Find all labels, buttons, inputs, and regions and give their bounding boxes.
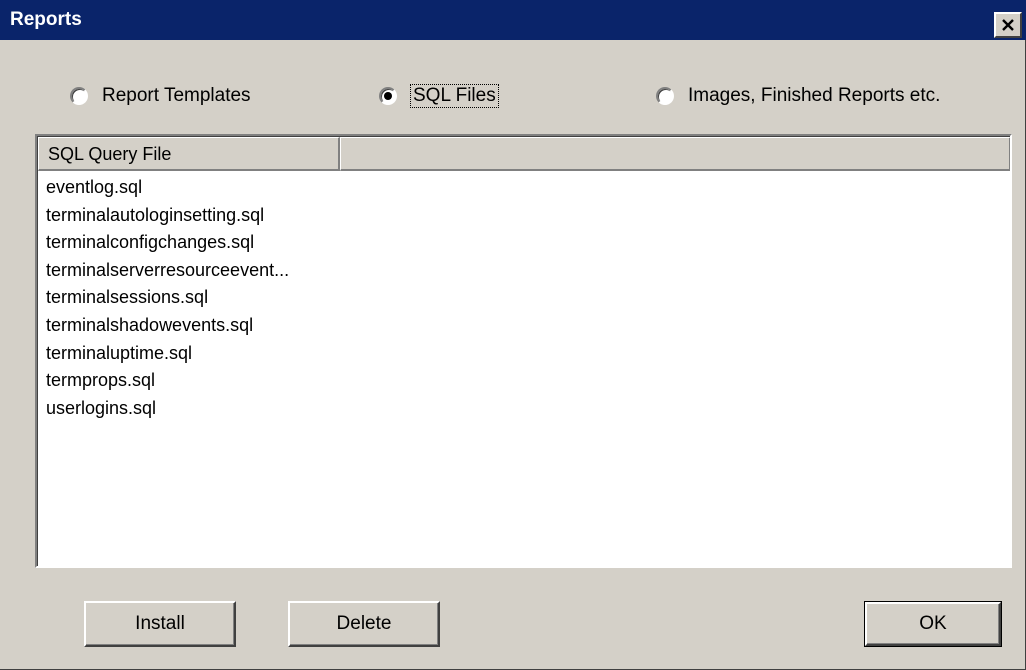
close-button[interactable] [994,12,1022,38]
list-item[interactable]: terminalconfigchanges.sql [46,229,289,257]
list-item[interactable]: terminalserverresourceevent... [46,257,289,285]
list-item[interactable]: termprops.sql [46,367,289,395]
radio-images-finished-reports[interactable]: Images, Finished Reports etc. [656,82,940,110]
list-item[interactable]: terminalshadowevents.sql [46,312,289,340]
ok-button-label: OK [919,613,947,634]
ok-button-face: OK [865,602,1001,646]
column-header-sql-query-file[interactable]: SQL Query File [38,137,340,171]
radio-dot [384,92,392,100]
radio-label-report-templates: Report Templates [102,85,251,106]
close-icon [1002,19,1014,31]
sql-files-list[interactable]: SQL Query File eventlog.sql terminalauto… [35,134,1012,568]
delete-button[interactable]: Delete [288,601,440,647]
list-item[interactable]: terminalautologinsetting.sql [46,202,289,230]
column-header-empty[interactable] [340,137,1010,171]
title-bar[interactable]: Reports [0,0,1026,40]
list-item[interactable]: userlogins.sql [46,395,289,423]
list-header: SQL Query File [38,137,1010,171]
radio-sql-files[interactable]: SQL Files [379,82,499,110]
list-item[interactable]: eventlog.sql [46,174,289,202]
install-button[interactable]: Install [84,601,236,647]
radio-circle [70,87,88,105]
radio-label-sql-files: SQL Files [410,84,499,108]
radio-report-templates[interactable]: Report Templates [70,82,251,110]
radio-circle-selected [379,87,397,105]
reports-dialog: Reports Report Templates SQL Files Image… [0,0,1026,670]
list-item[interactable]: terminalsessions.sql [46,284,289,312]
list-rows: eventlog.sql terminalautologinsetting.sq… [46,174,289,422]
list-item[interactable]: terminaluptime.sql [46,340,289,368]
radio-label-images-finished-reports: Images, Finished Reports etc. [688,85,941,106]
window-title: Reports [10,9,82,30]
ok-button[interactable]: OK [864,601,1002,647]
radio-circle [656,87,674,105]
